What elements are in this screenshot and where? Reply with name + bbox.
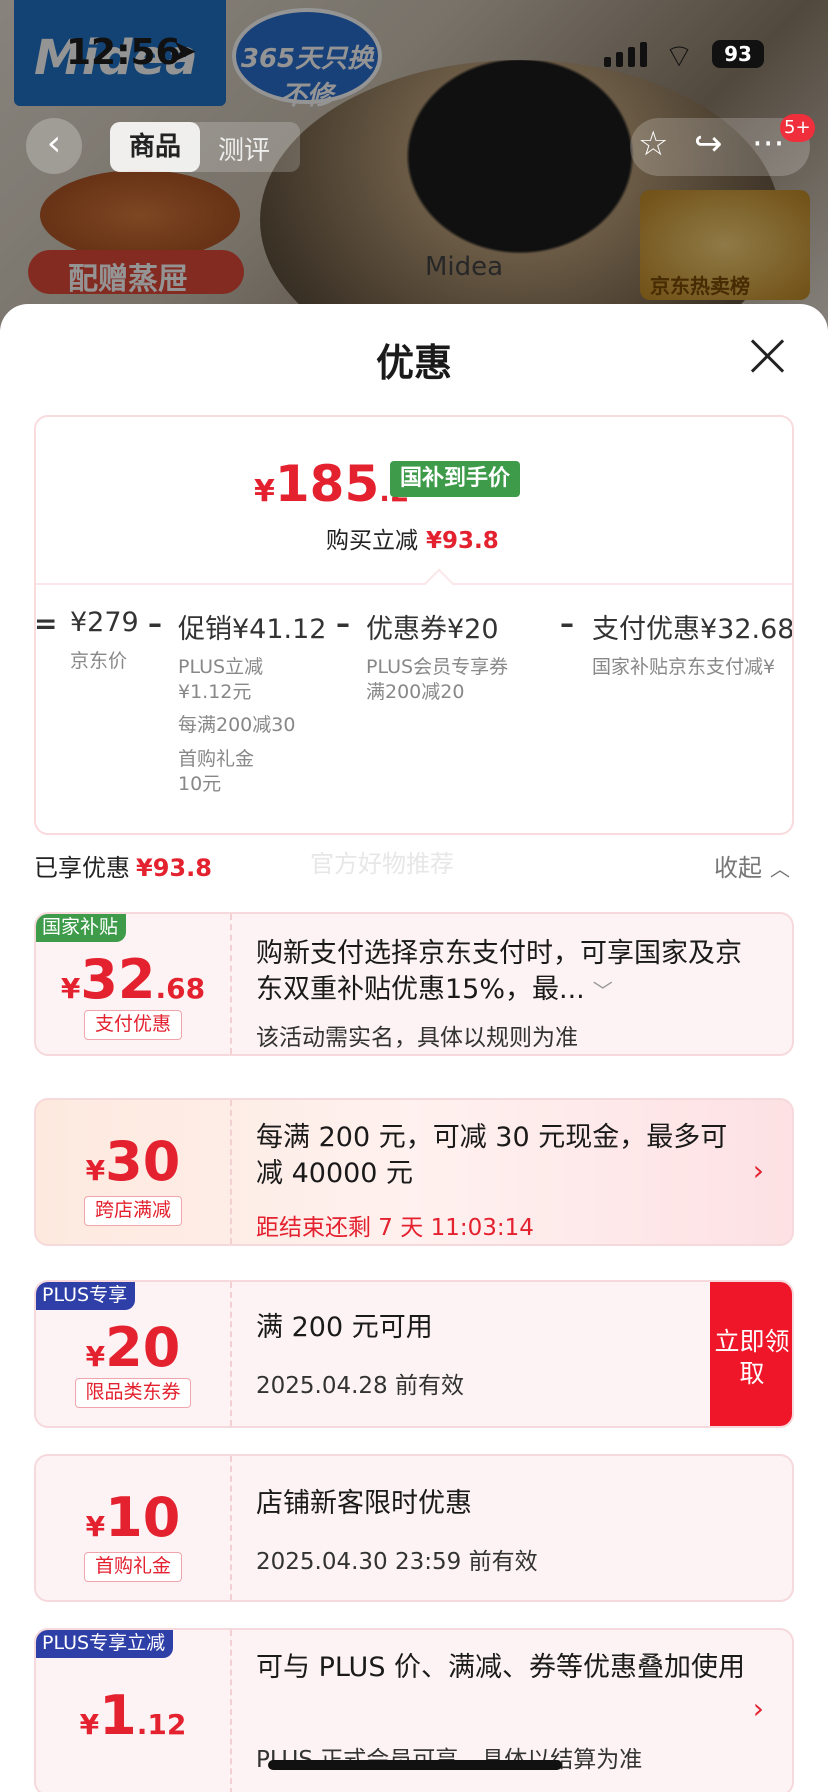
coupon-detail: 满200减20 xyxy=(366,681,465,703)
coupon-amount-integer: 32 xyxy=(80,948,156,1011)
back-button[interactable]: ‹ xyxy=(26,118,82,174)
coupon-national-subsidy[interactable]: 国家补贴 ¥32.68 支付优惠 购新支付选择京东支付时，可享国家及京东双重补贴… xyxy=(34,912,794,1056)
coupon-divider xyxy=(230,1630,232,1792)
coupon-corner-tag: PLUS专享 xyxy=(36,1282,136,1310)
favorite-star-icon[interactable]: ☆ xyxy=(638,124,668,164)
location-arrow-icon: ➤ xyxy=(172,34,198,69)
payment-discount-amount: 支付优惠¥32.68 xyxy=(592,614,794,645)
chevron-right-icon[interactable]: › xyxy=(753,1692,764,1725)
coupon-amount: 优惠券¥20 xyxy=(366,614,499,645)
coupon-title: 可与 PLUS 价、满减、券等优惠叠加使用 xyxy=(256,1652,746,1683)
coupon-amount: ¥1.12 xyxy=(36,1684,230,1747)
promotion-detail: 10元 xyxy=(178,773,222,795)
collapse-button[interactable]: 收起 ︿ xyxy=(714,848,790,883)
coupon-countdown: 距结束还剩 7 天 11:03:14 xyxy=(256,1215,534,1241)
coupon-amount-decimal: .68 xyxy=(155,972,206,1005)
coupon-amount-integer: 1 xyxy=(99,1684,137,1747)
close-icon[interactable] xyxy=(748,336,788,376)
payment-discount-detail: 国家补贴京东支付减¥ xyxy=(592,656,776,678)
coupon-amount-decimal: .12 xyxy=(136,1708,187,1741)
coupon-currency: ¥ xyxy=(85,1510,106,1543)
coupon-currency: ¥ xyxy=(60,972,81,1005)
share-icon[interactable]: ↪ xyxy=(694,124,723,164)
coupon-type-label: 跨店满减 xyxy=(84,1196,182,1226)
coupon-title: 每满 200 元，可减 30 元现金，最多可减 40000 元 xyxy=(256,1122,728,1189)
price-summary-card: ¥185.2 国补到手价 购买立减 ¥93.8 = ¥279 京东价 – 促销¥4… xyxy=(34,415,794,835)
coupon-currency: ¥ xyxy=(85,1154,106,1187)
promotion-amount: 促销¥41.12 xyxy=(178,614,327,645)
enjoyed-label: 已享优惠 xyxy=(34,854,130,882)
collapse-label: 收起 xyxy=(714,854,762,882)
coupon-type-label: 限品类东券 xyxy=(75,1378,191,1408)
final-price-currency: ¥ xyxy=(254,474,275,509)
coupon-cross-store[interactable]: ¥30 跨店满减 每满 200 元，可减 30 元现金，最多可减 40000 元… xyxy=(34,1098,794,1246)
final-price: ¥185.2 xyxy=(254,455,409,513)
price-summary-top: ¥185.2 国补到手价 购买立减 ¥93.8 xyxy=(36,417,792,585)
promotion-detail: PLUS立减 xyxy=(178,656,264,678)
subsidy-price-tag: 国补到手价 xyxy=(390,461,521,497)
coupon-divider xyxy=(230,1282,232,1426)
coupon-currency: ¥ xyxy=(79,1708,100,1741)
coupon-amount-integer: 20 xyxy=(105,1316,181,1379)
coupon-corner-tag: 国家补贴 xyxy=(36,914,127,942)
coupon-divider xyxy=(230,914,232,1054)
coupon-title: 满 200 元可用 xyxy=(256,1312,433,1343)
coupon-title: 店铺新客限时优惠 xyxy=(256,1488,472,1519)
message-count-badge: 5+ xyxy=(780,114,815,142)
coupon-title-text: 购新支付选择京东支付时，可享国家及京东双重补贴优惠15%，最... xyxy=(256,938,742,1005)
promotion-detail: 每满200减30 xyxy=(178,714,296,736)
wifi-icon: ⌔ xyxy=(664,37,695,75)
coupon-type-label: 支付优惠 xyxy=(84,1010,182,1040)
home-indicator[interactable] xyxy=(268,1760,562,1770)
promotion-detail: 首购礼金 xyxy=(178,748,255,770)
coupon-currency: ¥ xyxy=(85,1340,106,1373)
sheet-title: 优惠 xyxy=(375,341,452,385)
battery-icon: 93 xyxy=(712,40,764,68)
tab-reviews[interactable]: 测评 xyxy=(218,130,270,167)
coupon-divider xyxy=(230,1456,232,1600)
coupon-first-purchase[interactable]: ¥10 首购礼金 店铺新客限时优惠 2025.04.30 23:59 前有效 xyxy=(34,1454,794,1602)
coupon-amount-integer: 30 xyxy=(105,1130,181,1193)
claim-coupon-button[interactable]: 立即领取 xyxy=(710,1282,792,1426)
purchase-reduction: 购买立减 ¥93.8 xyxy=(326,521,499,555)
coupon-amount: ¥10 xyxy=(36,1486,230,1549)
breakdown-operator: – xyxy=(148,607,162,640)
final-price-integer: 185 xyxy=(274,455,380,513)
price-breakdown: = ¥279 京东价 – 促销¥41.12 PLUS立减 ¥1.12元 每满20… xyxy=(34,603,794,833)
reduction-label: 购买立减 xyxy=(326,528,418,554)
jd-price: ¥279 xyxy=(70,607,139,638)
coupon-subtitle: 该活动需实名，具体以规则为准 xyxy=(256,1025,578,1051)
breakdown-operator: – xyxy=(336,607,350,640)
coupon-amount: ¥20 xyxy=(36,1316,230,1379)
coupon-corner-tag: PLUS专享立减 xyxy=(36,1630,174,1658)
coupon-amount: ¥32.68 xyxy=(36,948,230,1011)
coupon-divider xyxy=(230,1100,232,1244)
chevron-down-icon[interactable]: ﹀ xyxy=(593,979,613,1003)
coupon-subtitle: 2025.04.28 前有效 xyxy=(256,1373,464,1399)
chevron-up-icon: ︿ xyxy=(770,857,790,881)
tab-product[interactable]: 商品 xyxy=(110,122,200,172)
breakdown-operator: = xyxy=(34,607,58,640)
status-time: 12:56 xyxy=(66,32,181,73)
chevron-right-icon[interactable]: › xyxy=(753,1154,764,1187)
coupon-subtitle: 2025.04.30 23:59 前有效 xyxy=(256,1549,538,1575)
coupon-type-label: 首购礼金 xyxy=(84,1552,182,1582)
coupon-detail: PLUS会员专享券 xyxy=(366,656,509,678)
watermark-text: 官方好物推荐 xyxy=(310,850,454,878)
breakdown-operator: – xyxy=(560,607,574,640)
status-bar: 12:56 ➤ ⌔ 93 xyxy=(0,0,828,100)
coupon-amount-integer: 10 xyxy=(105,1486,181,1549)
enjoyed-discount: 已享优惠 ¥93.8 xyxy=(34,848,212,883)
cellular-signal-icon xyxy=(604,42,647,67)
reduction-value: ¥93.8 xyxy=(426,528,499,554)
coupon-plus-exclusive[interactable]: PLUS专享 ¥20 限品类东券 满 200 元可用 2025.04.28 前有… xyxy=(34,1280,794,1428)
jd-price-label: 京东价 xyxy=(70,650,128,672)
discount-sheet: 优惠 ¥185.2 国补到手价 购买立减 ¥93.8 = ¥279 京东价 – 促… xyxy=(0,304,828,1792)
coupon-amount: ¥30 xyxy=(36,1130,230,1193)
enjoyed-value: ¥93.8 xyxy=(136,854,212,882)
promotion-detail: ¥1.12元 xyxy=(178,681,252,703)
coupon-title: 购新支付选择京东支付时，可享国家及京东双重补贴优惠15%，最... ﹀ xyxy=(256,936,756,1009)
